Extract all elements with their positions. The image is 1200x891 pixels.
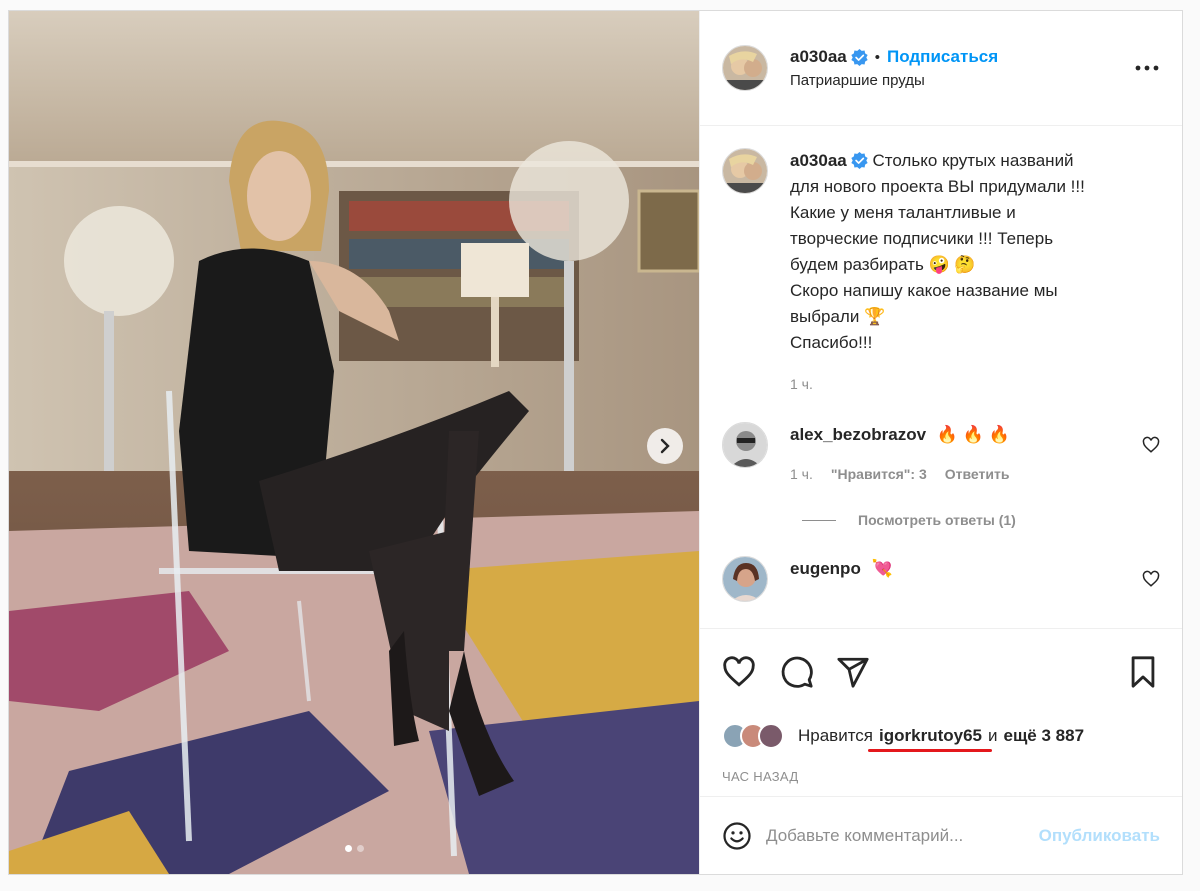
- heart-icon[interactable]: [1142, 570, 1160, 588]
- heart-icon[interactable]: [722, 655, 756, 689]
- comment-text: alex_bezobrazov 🔥 🔥 🔥: [790, 422, 1160, 448]
- post-location[interactable]: Патриаршие пруды: [790, 72, 998, 89]
- comment-item: eugenpo 💘: [722, 556, 1160, 602]
- caption-line: Какие у меня талантливые и: [790, 203, 1016, 222]
- comment-meta: 1 ч. "Нравится": 3 Ответить: [790, 466, 1160, 482]
- add-comment-bar: Опубликовать: [700, 796, 1182, 874]
- commenter-avatar[interactable]: [722, 556, 768, 602]
- post-actions: [700, 628, 1182, 716]
- carousel-dot: [357, 845, 364, 852]
- carousel-dot-active: [345, 845, 352, 852]
- comment-text: eugenpo 💘: [790, 556, 1160, 582]
- post-card: a030aa • Подписаться Патриаршие пруды a0…: [8, 10, 1183, 875]
- chevron-right-icon: [660, 438, 670, 454]
- commenter-username[interactable]: alex_bezobrazov: [790, 425, 926, 444]
- replies-line: [802, 519, 836, 521]
- post-photo[interactable]: [9, 11, 699, 874]
- caption-meta: 1 ч.: [790, 376, 1085, 392]
- photo-illustration: [9, 11, 699, 874]
- liker-avatars: [722, 723, 784, 749]
- comments-section: a030aa Столько крутых названий для новог…: [700, 126, 1182, 628]
- publish-button[interactable]: Опубликовать: [1039, 826, 1160, 846]
- caption-line: для нового проекта ВЫ придумали !!!: [790, 177, 1085, 196]
- annotation-underline: [868, 749, 992, 752]
- commenter-avatar[interactable]: [722, 422, 768, 468]
- caption-author-avatar[interactable]: [722, 148, 768, 194]
- caption-line: будем разбирать 🤪 🤔: [790, 255, 976, 274]
- caption-username[interactable]: a030aa: [790, 151, 847, 170]
- comment-icon[interactable]: [780, 655, 814, 689]
- heart-icon[interactable]: [1142, 436, 1160, 454]
- post-sidebar: a030aa • Подписаться Патриаршие пруды a0…: [699, 11, 1182, 874]
- caption-line: творческие подписчики !!! Теперь: [790, 229, 1054, 248]
- verified-badge-icon: [851, 152, 868, 169]
- liker-username[interactable]: igorkrutoy65: [879, 726, 982, 746]
- comment-body: 🔥 🔥 🔥: [936, 425, 1010, 444]
- author-username[interactable]: a030aa: [790, 47, 847, 67]
- next-photo-button[interactable]: [647, 428, 683, 464]
- follow-button[interactable]: Подписаться: [887, 47, 998, 67]
- author-avatar[interactable]: [722, 45, 768, 91]
- caption-line: Спасибо!!!: [790, 333, 873, 352]
- liker-avatar: [758, 723, 784, 749]
- reply-button[interactable]: Ответить: [945, 466, 1010, 482]
- emoji-icon[interactable]: [722, 821, 752, 851]
- comment-body: 💘: [871, 559, 893, 578]
- bookmark-icon[interactable]: [1126, 655, 1160, 689]
- post-timestamp[interactable]: ЧАС НАЗАД: [700, 756, 1182, 796]
- likes-prefix: Нравится: [798, 726, 874, 745]
- comment-item: alex_bezobrazov 🔥 🔥 🔥 1 ч. "Нравится": 3…: [722, 422, 1160, 482]
- more-icon[interactable]: [1134, 55, 1160, 81]
- caption-line: выбрали 🏆: [790, 307, 886, 326]
- share-icon[interactable]: [836, 655, 870, 689]
- separator-dot: •: [874, 48, 880, 66]
- likes-count[interactable]: ещё 3 887: [1004, 726, 1085, 746]
- likes-summary: Нравится igorkrutoy65 и ещё 3 887: [700, 716, 1182, 756]
- caption: a030aa Столько крутых названий для новог…: [722, 148, 1160, 392]
- comment-input[interactable]: [766, 825, 1039, 846]
- post-header: a030aa • Подписаться Патриаршие пруды: [700, 11, 1182, 126]
- carousel-indicator: [345, 845, 364, 852]
- verified-badge-icon: [851, 48, 868, 66]
- caption-text: a030aa Столько крутых названий для новог…: [790, 148, 1085, 356]
- comment-time[interactable]: 1 ч.: [790, 466, 813, 482]
- commenter-username[interactable]: eugenpo: [790, 559, 861, 578]
- likes-and: и: [988, 726, 998, 745]
- view-replies-label: Посмотреть ответы (1): [858, 512, 1016, 528]
- caption-time[interactable]: 1 ч.: [790, 376, 813, 392]
- caption-line: Скоро напишу какое название мы: [790, 281, 1058, 300]
- view-replies-button[interactable]: Посмотреть ответы (1): [802, 512, 1160, 528]
- comment-likes-count[interactable]: "Нравится": 3: [831, 466, 927, 482]
- caption-line: Столько крутых названий: [872, 151, 1074, 170]
